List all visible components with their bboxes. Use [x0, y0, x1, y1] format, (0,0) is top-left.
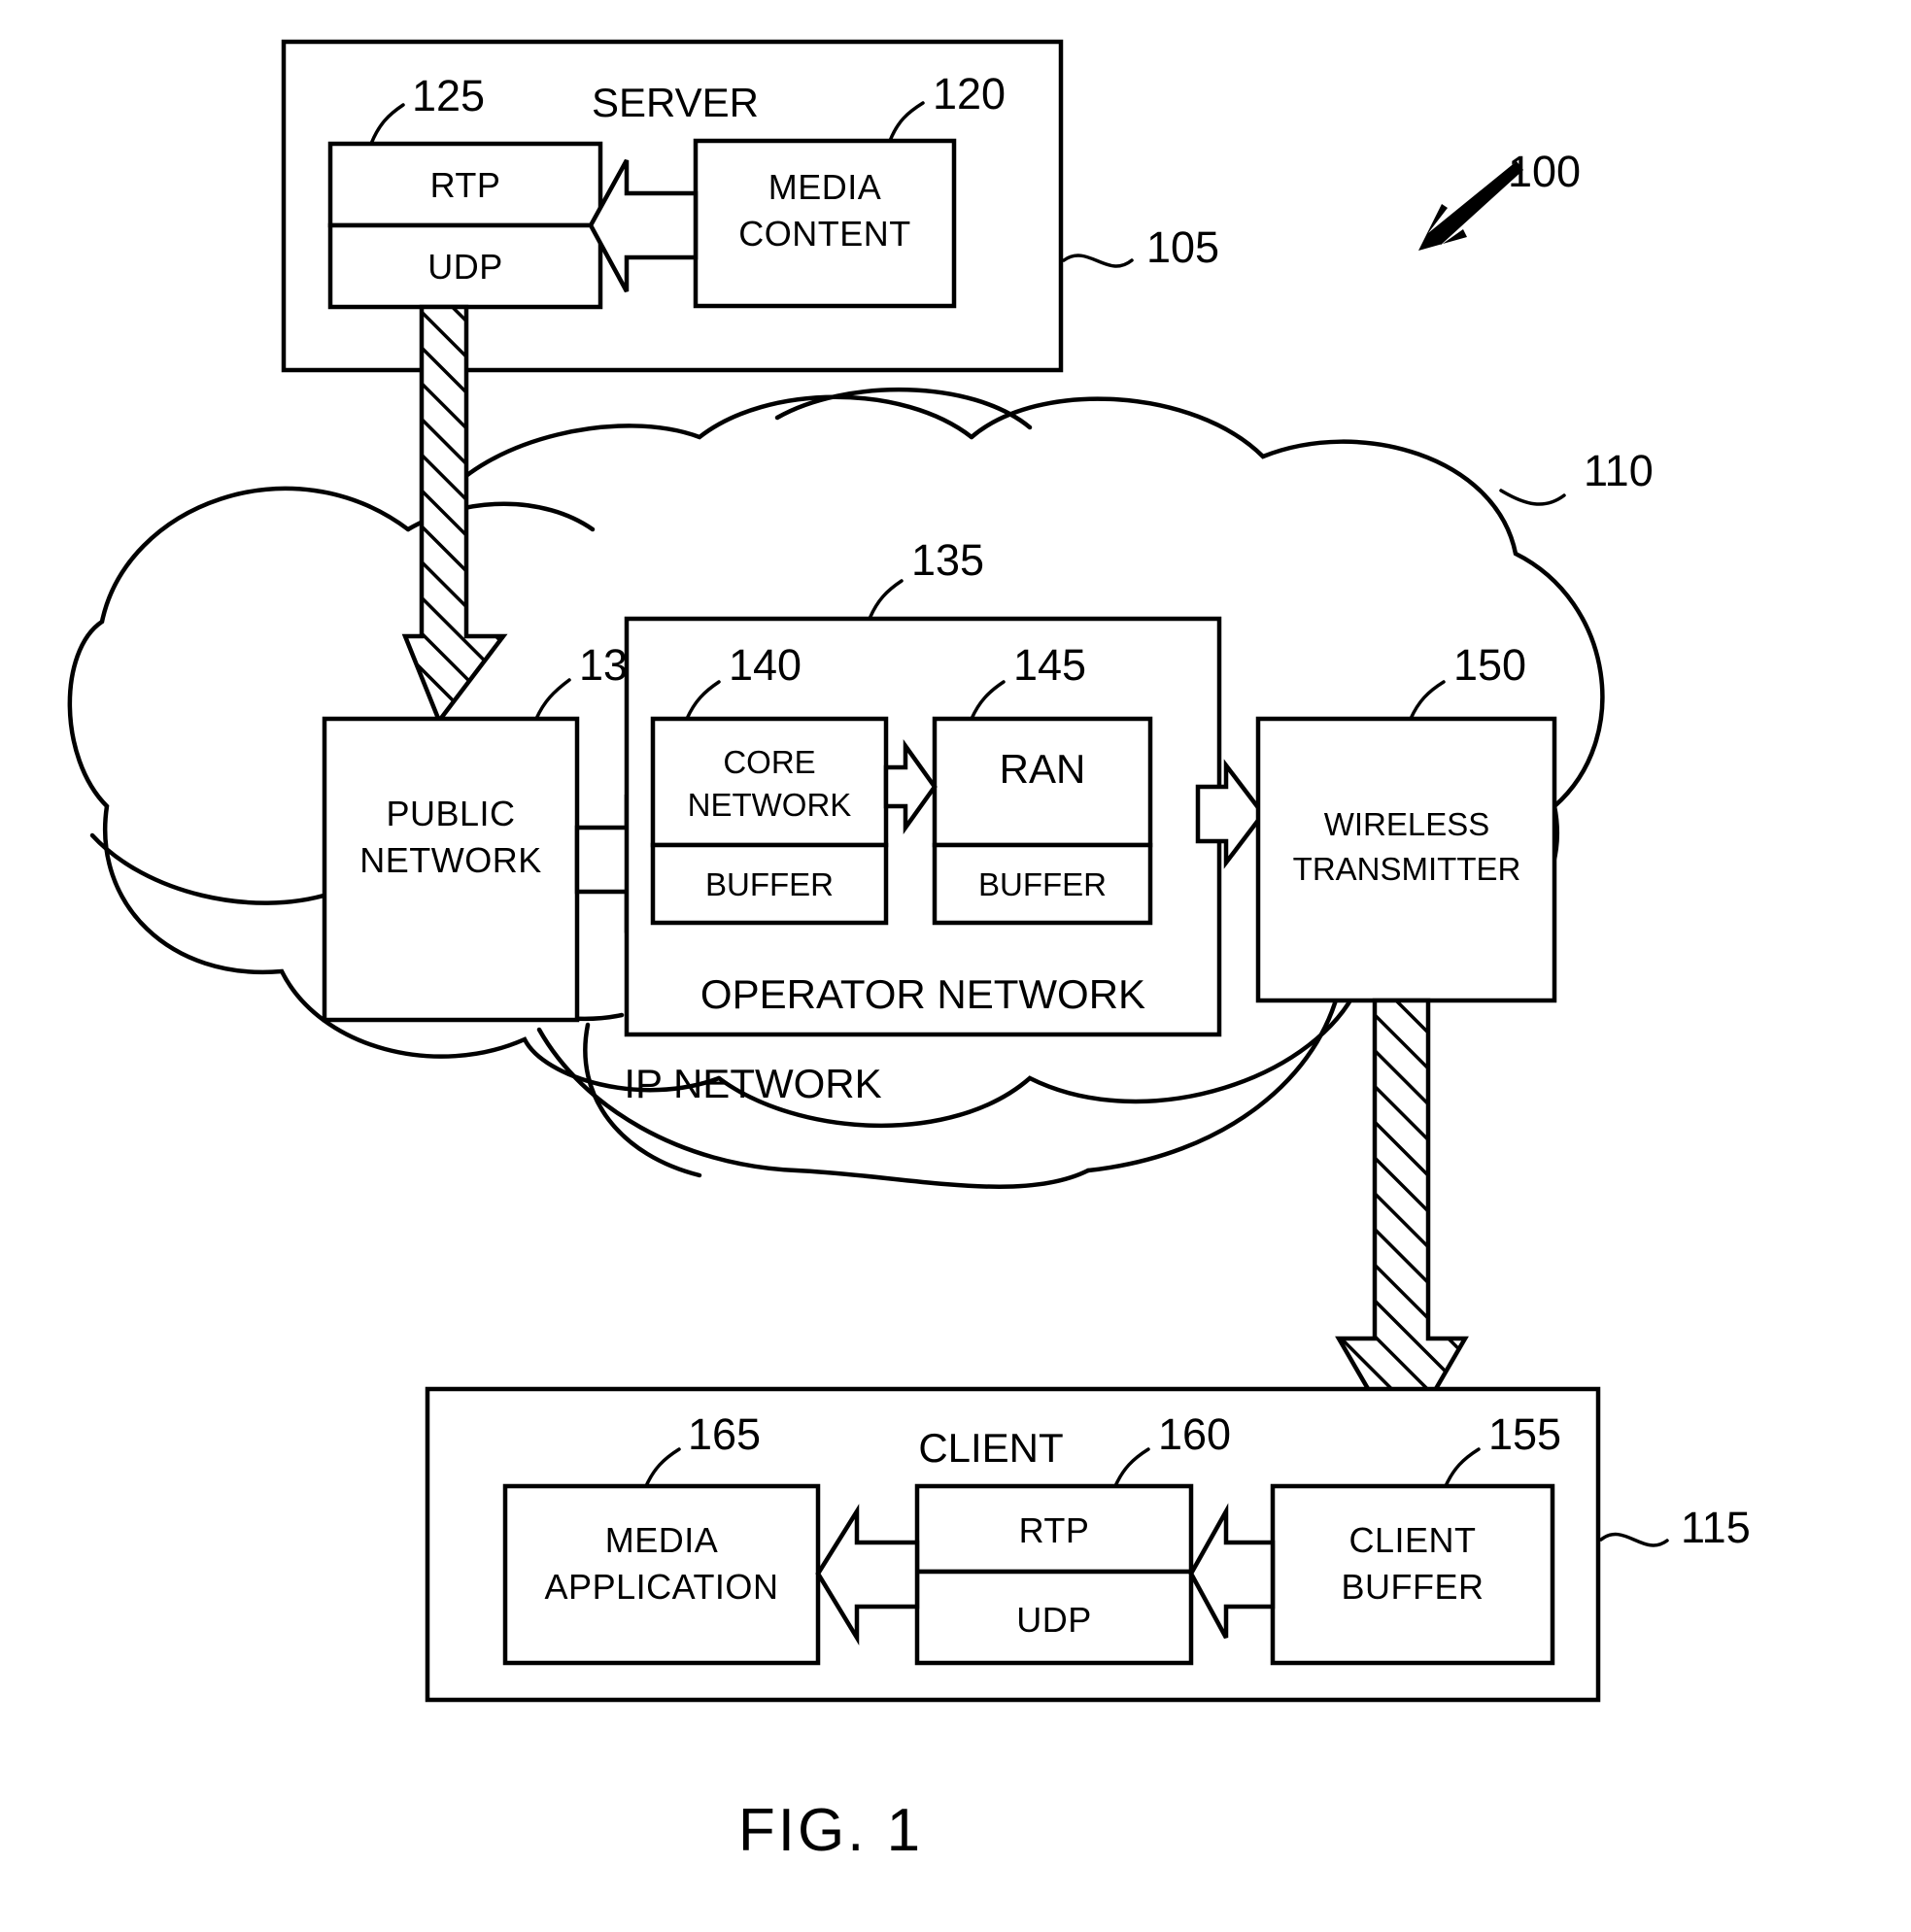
media-application-line1: MEDIA — [605, 1520, 719, 1560]
figure-1-diagram: IP NETWORK 110 SERVER 105 RTP UDP 125 ME… — [67, 39, 1751, 1864]
figure-caption: FIG. 1 — [738, 1797, 923, 1864]
ref-100: 100 — [1508, 147, 1581, 196]
wireless-transmitter-line1: WIRELESS — [1324, 806, 1490, 842]
ref-140: 140 — [729, 640, 802, 690]
server-rtp-label: RTP — [430, 165, 501, 205]
core-buffer-label: BUFFER — [705, 866, 834, 902]
ref-105: 105 — [1146, 222, 1219, 272]
ref-110: 110 — [1584, 446, 1654, 495]
ref-155: 155 — [1488, 1409, 1561, 1459]
system-ref-100: 100 — [1418, 147, 1581, 251]
ref-145: 145 — [1013, 640, 1086, 690]
transmitter-to-client-flow-arrow — [1335, 998, 1469, 1452]
patent-figure-page: IP NETWORK 110 SERVER 105 RTP UDP 125 ME… — [0, 0, 1911, 1932]
ref-120: 120 — [933, 69, 1006, 119]
client-panel: CLIENT 115 MEDIA APPLICATION 165 RTP UDP… — [425, 1386, 1751, 1703]
public-network-line1: PUBLIC — [386, 794, 515, 833]
core-network-box — [650, 716, 889, 848]
ref-150: 150 — [1453, 640, 1526, 690]
ref-115: 115 — [1681, 1503, 1751, 1552]
ref-160: 160 — [1158, 1409, 1231, 1459]
client-rtp-label: RTP — [1019, 1510, 1090, 1550]
media-content-line2: CONTENT — [738, 214, 911, 254]
core-network-line2: NETWORK — [688, 787, 852, 823]
media-content-line1: MEDIA — [768, 167, 882, 207]
client-title: CLIENT — [918, 1425, 1063, 1471]
ref-135: 135 — [911, 535, 984, 585]
ran-buffer-label: BUFFER — [978, 866, 1107, 902]
media-application-line2: APPLICATION — [545, 1567, 779, 1607]
client-buffer-line1: CLIENT — [1348, 1520, 1476, 1560]
operator-network-panel: OPERATOR NETWORK 135 CORE NETWORK BUFFER… — [624, 535, 1222, 1037]
public-network-line2: NETWORK — [359, 840, 542, 880]
server-udp-label: UDP — [427, 247, 503, 287]
server-title: SERVER — [592, 80, 759, 125]
ref-165: 165 — [688, 1409, 761, 1459]
ref-125: 125 — [412, 71, 485, 120]
ip-network-label: IP NETWORK — [624, 1061, 881, 1106]
operator-network-title: OPERATOR NETWORK — [700, 971, 1145, 1017]
wireless-transmitter-line2: TRANSMITTER — [1293, 851, 1521, 887]
wireless-transmitter-block: WIRELESS TRANSMITTER 150 — [1255, 640, 1557, 1003]
client-buffer-line2: BUFFER — [1342, 1567, 1484, 1607]
core-network-line1: CORE — [723, 744, 815, 780]
ran-label: RAN — [1000, 746, 1086, 792]
client-udp-label: UDP — [1016, 1600, 1092, 1640]
